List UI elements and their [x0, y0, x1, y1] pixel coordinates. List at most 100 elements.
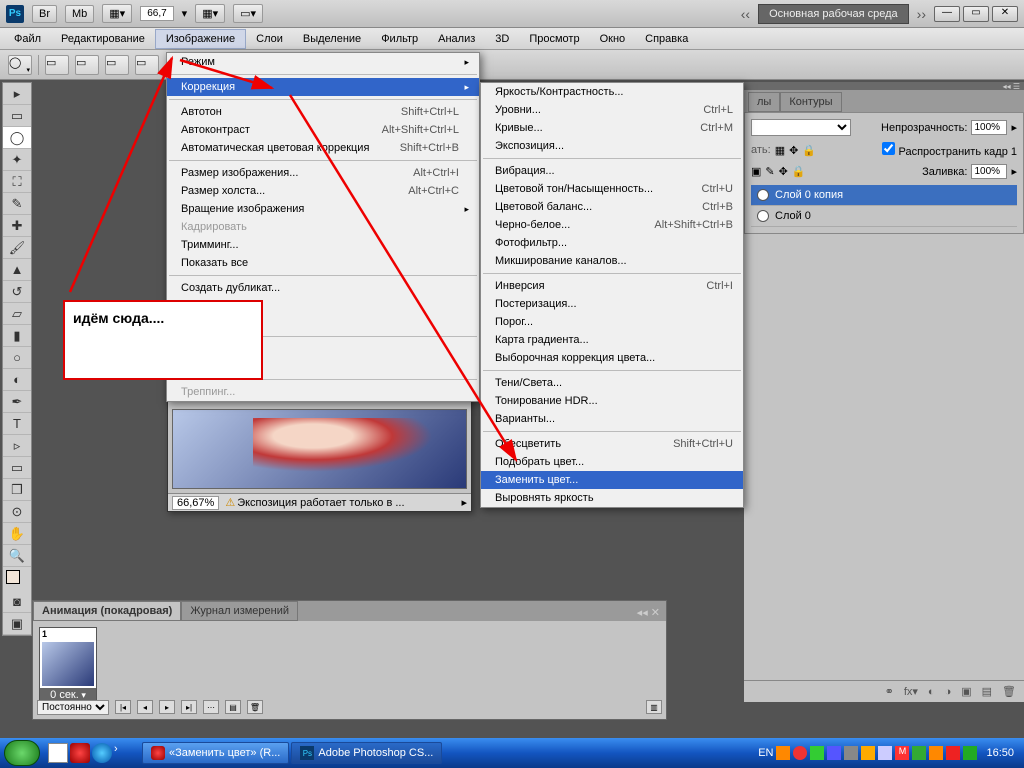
first-frame-button[interactable]: |◂	[115, 700, 131, 714]
menu-help[interactable]: Справка	[635, 30, 698, 48]
lock-icon-2[interactable]: 🔒	[792, 165, 806, 178]
tray-icon[interactable]	[946, 746, 960, 760]
maximize-button[interactable]: ▭	[963, 6, 989, 22]
tray-icon[interactable]	[929, 746, 943, 760]
adj-gradientmap[interactable]: Карта градиента...	[481, 331, 743, 349]
minimize-button[interactable]: —	[934, 6, 960, 22]
menu-revealall[interactable]: Показать все	[167, 254, 479, 272]
brush-icon[interactable]: ✎	[765, 165, 774, 178]
totalcmd-icon[interactable]	[48, 743, 68, 763]
opera-icon[interactable]	[70, 743, 90, 763]
selection-intersect-button[interactable]: ▭	[135, 55, 159, 75]
adj-hue[interactable]: Цветовой тон/Насыщенность...Ctrl+U	[481, 180, 743, 198]
adj-curves[interactable]: Кривые...Ctrl+M	[481, 119, 743, 137]
selection-sub-button[interactable]: ▭	[105, 55, 129, 75]
duplicate-frame-button[interactable]: ▤	[225, 700, 241, 714]
color-swatches[interactable]	[3, 567, 31, 591]
ie-icon[interactable]	[92, 743, 112, 763]
eyedropper-tool[interactable]: ✎	[3, 193, 31, 215]
tray-icon[interactable]	[776, 746, 790, 760]
taskbar-item-photoshop[interactable]: Ps Adobe Photoshop CS...	[291, 742, 442, 764]
menu-duplicate[interactable]: Создать дубликат...	[167, 279, 479, 297]
group-button[interactable]: ▣	[961, 685, 971, 698]
selection-add-button[interactable]: ▭	[75, 55, 99, 75]
menu-mode[interactable]: Режим	[167, 53, 479, 71]
brush-tool[interactable]: 🖌	[3, 237, 31, 259]
blend-mode-select[interactable]	[751, 119, 851, 136]
tray-icon[interactable]	[844, 746, 858, 760]
chevron-down-icon[interactable]: ▸	[1011, 121, 1017, 134]
next-frame-button[interactable]: ▸|	[181, 700, 197, 714]
screenmode-button[interactable]: ▣	[3, 613, 31, 635]
screen-mode-button[interactable]: ▦▾	[195, 4, 225, 23]
lock-all-icon[interactable]: 🔒	[802, 144, 816, 157]
type-tool[interactable]: T	[3, 413, 31, 435]
start-button[interactable]	[4, 740, 40, 766]
doc-zoom-field[interactable]: 66,67%	[172, 496, 219, 510]
menu-window[interactable]: Окно	[590, 30, 636, 48]
close-button[interactable]: ✕	[992, 6, 1018, 22]
volume-icon[interactable]	[878, 746, 892, 760]
adj-desaturate[interactable]: ОбесцветитьShift+Ctrl+U	[481, 435, 743, 453]
new-layer-button[interactable]: ▤	[982, 685, 992, 698]
zoom-level-field[interactable]: 66,7	[140, 6, 173, 21]
selection-new-button[interactable]: ▭	[45, 55, 69, 75]
menu-layers[interactable]: Слои	[246, 30, 293, 48]
lock-pixels-icon[interactable]: ▦	[775, 144, 785, 157]
path-select-tool[interactable]: ▹	[3, 435, 31, 457]
timeline-mode-button[interactable]: ▥	[646, 700, 662, 714]
tray-icon[interactable]	[912, 746, 926, 760]
adj-channelmixer[interactable]: Микширование каналов...	[481, 252, 743, 270]
view-arrange-button[interactable]: ▦▾	[102, 4, 132, 23]
adj-shadowhighlight[interactable]: Тени/Света...	[481, 374, 743, 392]
history-brush-tool[interactable]: ↺	[3, 281, 31, 303]
tray-icon[interactable]	[861, 746, 875, 760]
workspace-selector[interactable]: Основная рабочая среда	[758, 4, 909, 24]
adjustment-layer-button[interactable]: ◑	[945, 686, 952, 698]
delete-layer-button[interactable]: 🗑	[1002, 685, 1016, 698]
tray-icon[interactable]	[963, 746, 977, 760]
chevron-left-icon[interactable]: ‹‹	[741, 6, 750, 22]
fx-button[interactable]: fx▾	[904, 685, 918, 698]
pen-tool[interactable]: ✒	[3, 391, 31, 413]
eraser-tool[interactable]: ▱	[3, 303, 31, 325]
tab-measurements[interactable]: Журнал измерений	[181, 601, 298, 621]
dodge-tool[interactable]: ◐	[3, 369, 31, 391]
heal-tool[interactable]: ✚	[3, 215, 31, 237]
visibility-icon[interactable]	[757, 210, 769, 222]
menu-select[interactable]: Выделение	[293, 30, 371, 48]
taskbar-item-opera[interactable]: «Заменить цвет» (R...	[142, 742, 289, 764]
3d-camera-tool[interactable]: ⊙	[3, 501, 31, 523]
blur-tool[interactable]: ○	[3, 347, 31, 369]
chevron-down-icon[interactable]: ▸	[1011, 165, 1017, 178]
adj-vibrance[interactable]: Вибрация...	[481, 162, 743, 180]
visibility-icon[interactable]	[757, 189, 769, 201]
marquee-tool[interactable]: ▭	[3, 105, 31, 127]
delete-frame-button[interactable]: 🗑	[247, 700, 263, 714]
tool-preset-button[interactable]: ◯▾	[8, 55, 32, 75]
minibridge-button[interactable]: Mb	[65, 5, 94, 23]
hand-tool[interactable]: ✋	[3, 523, 31, 545]
propagate-frame-checkbox[interactable]	[882, 142, 895, 155]
stamp-tool[interactable]: ▲	[3, 259, 31, 281]
adj-selectivecolor[interactable]: Выборочная коррекция цвета...	[481, 349, 743, 367]
menu-trim[interactable]: Тримминг...	[167, 236, 479, 254]
mask-button[interactable]: ◐	[928, 686, 935, 698]
menu-autocontrast[interactable]: АвтоконтрастAlt+Shift+Ctrl+L	[167, 121, 479, 139]
menu-view[interactable]: Просмотр	[519, 30, 589, 48]
zoom-tool[interactable]: 🔍	[3, 545, 31, 567]
loop-select[interactable]: Постоянно	[37, 700, 109, 715]
adj-matchcolor[interactable]: Подобрать цвет...	[481, 453, 743, 471]
adj-colorbalance[interactable]: Цветовой баланс...Ctrl+B	[481, 198, 743, 216]
shape-tool[interactable]: ▭	[3, 457, 31, 479]
tab-channels[interactable]: лы	[748, 92, 780, 112]
fill-field[interactable]	[971, 164, 1007, 179]
desktop-icon[interactable]: ›	[114, 743, 134, 763]
chevron-right-icon[interactable]: ››	[917, 6, 926, 22]
tray-icon[interactable]	[810, 746, 824, 760]
adj-levels[interactable]: Уровни...Ctrl+L	[481, 101, 743, 119]
tab-paths[interactable]: Контуры	[780, 92, 841, 112]
menu-rotate[interactable]: Вращение изображения	[167, 200, 479, 218]
3d-tool[interactable]: ❒	[3, 479, 31, 501]
menu-autotone[interactable]: АвтотонShift+Ctrl+L	[167, 103, 479, 121]
